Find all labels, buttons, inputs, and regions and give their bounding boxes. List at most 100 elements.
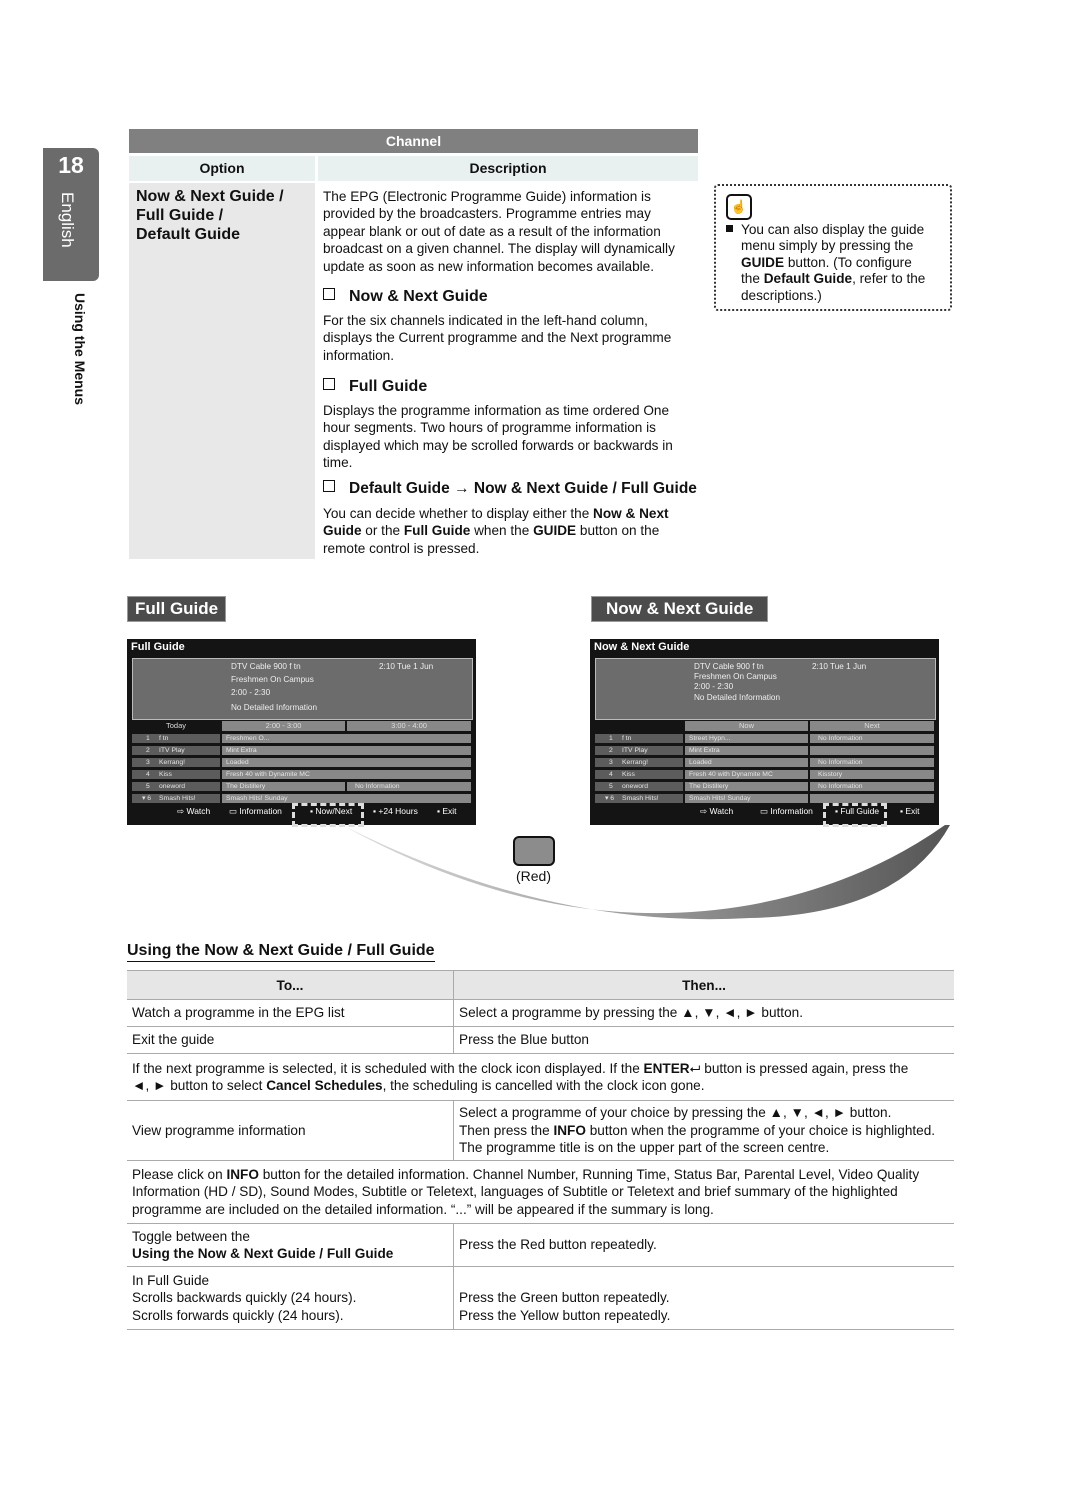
epg-channel-row[interactable]: 1f tn Freshmen O... (132, 734, 471, 743)
epg-channel-row[interactable]: 3 Kerrang! Loaded No Information (595, 758, 934, 767)
now-next-screen: Now & Next Guide DTV Cable 900 f tn 2:10… (590, 639, 939, 827)
epg-col-header: 2:00 - 3:00 (222, 721, 345, 731)
epg-programme-cell[interactable]: Mint Extra (222, 746, 471, 755)
page-number: 18 (58, 152, 84, 178)
epg-programme-cell[interactable]: Street Hypn... (685, 734, 808, 743)
epg-programme-cell[interactable]: No Information (347, 782, 471, 791)
using-note-row: Please click on INFO button for the deta… (127, 1160, 954, 1224)
epg-programme-cell[interactable]: Fresh 40 with Dynamite MC (222, 770, 471, 779)
note-text: You can also display the guide menu simpl… (726, 222, 946, 304)
epg-detail: No Detailed Information (231, 703, 318, 712)
epg-channel-row[interactable]: ▾ 6 Smash Hits! Smash Hits! Sunday (595, 794, 934, 803)
epg-programme-cell[interactable]: No Information (810, 734, 934, 743)
to-cell: Watch a programme in the EPG list (127, 999, 454, 1027)
full-guide-description: Displays the programme information as ti… (323, 403, 673, 471)
epg-clock: 2:10 Tue 1 Jun (379, 662, 434, 671)
using-table-row: Toggle between the Using the Now & Next G… (127, 1223, 954, 1267)
epg-channel-row[interactable]: 5 oneword The Distillery No Information (595, 782, 934, 791)
epg-button-0[interactable]: ⇨ Watch (700, 806, 733, 817)
option-header: Option (129, 156, 315, 181)
option-cell: Now & Next Guide / Full Guide / Default Gu… (129, 183, 315, 559)
bullet-icon (726, 225, 733, 232)
using-table-row: In Full Guide Scrolls backwards quickly (… (127, 1266, 954, 1330)
epg-channel-row[interactable]: 5 oneword The Distillery No Information (132, 782, 471, 791)
epg-title: Full Guide (131, 641, 185, 653)
language-label: English (58, 192, 77, 248)
using-table-row: View programme information Select a progr… (127, 1100, 954, 1161)
epg-programme-cell[interactable] (810, 794, 934, 803)
epg-intro-text: The EPG (Electronic Programme Guide) inf… (323, 189, 675, 274)
epg-col-header (595, 721, 683, 731)
epg-col-header: 3:00 - 4:00 (347, 721, 471, 731)
epg-button-0[interactable]: ⇨ Watch (177, 806, 210, 817)
epg-channel-row[interactable]: 4 Kiss Fresh 40 with Dynamite MC Kisstory (595, 770, 934, 779)
epg-col-header: Today (165, 721, 186, 730)
epg-button-1[interactable]: ▭ Information (760, 806, 813, 817)
toggle-arrow (342, 825, 950, 920)
epg-channel-row[interactable]: 2 ITV Play Mint Extra (595, 746, 934, 755)
epg-programme-cell[interactable]: Fresh 40 with Dynamite MC (685, 770, 808, 779)
epg-channel-row[interactable]: 2 ITV Play Mint Extra (132, 746, 471, 755)
epg-programme-cell[interactable]: Mint Extra (685, 746, 808, 755)
to-header: To... (127, 970, 454, 1000)
red-button-label: (Red) (516, 868, 552, 884)
full-guide-label: Full Guide (128, 597, 226, 621)
full-guide-screen: Full Guide DTV Cable 900 f tn 2:10 Tue 1… (127, 639, 476, 827)
then-header: Then... (453, 970, 954, 1000)
epg-channel-row[interactable]: 3 Kerrang! Loaded (132, 758, 471, 767)
epg-clock: 2:10 Tue 1 Jun (812, 662, 867, 671)
epg-info-panel: DTV Cable 900 f tn 2:10 Tue 1 Jun Freshm… (595, 658, 936, 720)
checkbox-bullet-icon (323, 378, 335, 390)
epg-slot: 2:00 - 2:30 (231, 688, 271, 697)
page-tab: 18 English (43, 148, 99, 281)
epg-programme-cell[interactable]: No Information (810, 758, 934, 767)
then-cell: Press the Red button repeatedly. (453, 1223, 954, 1267)
epg-channel: DTV Cable 900 f tn (231, 662, 301, 671)
epg-programme-cell[interactable]: Loaded (685, 758, 808, 767)
epg-programme: Freshmen On Campus (694, 672, 777, 681)
using-section-title: Using the Now & Next Guide / Full Guide (127, 942, 435, 962)
epg-detail: No Detailed Information (694, 693, 781, 702)
epg-programme: Freshmen On Campus (231, 675, 314, 684)
note-box: ☝ You can also display the guide menu sim… (714, 184, 952, 311)
epg-channel-row[interactable]: 1f tn Street Hypn... No Information (595, 734, 934, 743)
epg-button-4[interactable]: ▪ Exit (437, 806, 457, 816)
epg-programme-cell[interactable]: The Distillery (685, 782, 808, 791)
subsection-now-next: Now & Next Guide (323, 288, 488, 306)
then-cell: Press the Blue button (453, 1026, 954, 1054)
to-cell: View programme information (127, 1100, 454, 1161)
epg-programme-cell[interactable]: The Distillery (222, 782, 345, 791)
epg-programme-cell[interactable]: Kisstory (810, 770, 934, 779)
epg-channel-row[interactable]: 4 Kiss Fresh 40 with Dynamite MC (132, 770, 471, 779)
using-note-row: If the next programme is selected, it is… (127, 1053, 954, 1101)
red-button-icon (513, 836, 555, 866)
epg-programme-cell[interactable]: No Information (810, 782, 934, 791)
checkbox-bullet-icon (323, 480, 335, 492)
to-cell: In Full Guide Scrolls backwards quickly (… (127, 1266, 454, 1330)
epg-programme-cell[interactable]: Smash Hits! Sunday (222, 794, 471, 803)
epg-button-3[interactable]: ▪ +24 Hours (373, 806, 418, 816)
checkbox-bullet-icon (323, 288, 335, 300)
then-cell: Press the Green button repeatedly. Press … (453, 1266, 954, 1330)
subsection-default-guide: Default Guide → Now & Next Guide / Full … (323, 480, 697, 498)
epg-button-1[interactable]: ▭ Information (229, 806, 282, 817)
epg-programme-cell[interactable]: Freshmen O... (222, 734, 471, 743)
to-cell: Toggle between the Using the Now & Next G… (127, 1223, 454, 1267)
option-name: Now & Next Guide / Full Guide / Default Gu… (136, 188, 284, 243)
epg-info-panel: DTV Cable 900 f tn 2:10 Tue 1 Jun Freshm… (132, 658, 473, 720)
default-guide-description: You can decide whether to display either… (323, 506, 669, 556)
using-table-row: Exit the guide Press the Blue button (127, 1026, 954, 1054)
then-cell: Select a programme by pressing the ▲, ▼,… (453, 999, 954, 1027)
section-label: Using the Menus (72, 293, 88, 406)
epg-button-3[interactable]: ▪ Exit (900, 806, 920, 816)
epg-programme-cell[interactable] (810, 746, 934, 755)
subsection-full-guide: Full Guide (323, 378, 427, 396)
epg-channel-row[interactable]: ▾ 6 Smash Hits! Smash Hits! Sunday (132, 794, 471, 803)
epg-programme-cell[interactable]: Smash Hits! Sunday (685, 794, 808, 803)
using-table: To... Then... Watch a programme in the E… (127, 970, 954, 1330)
epg-programme-cell[interactable]: Loaded (222, 758, 471, 767)
to-cell: Exit the guide (127, 1026, 454, 1054)
epg-title: Now & Next Guide (594, 641, 690, 653)
now-next-guide-label: Now & Next Guide (592, 597, 768, 621)
epg-col-header: Now (685, 721, 808, 731)
